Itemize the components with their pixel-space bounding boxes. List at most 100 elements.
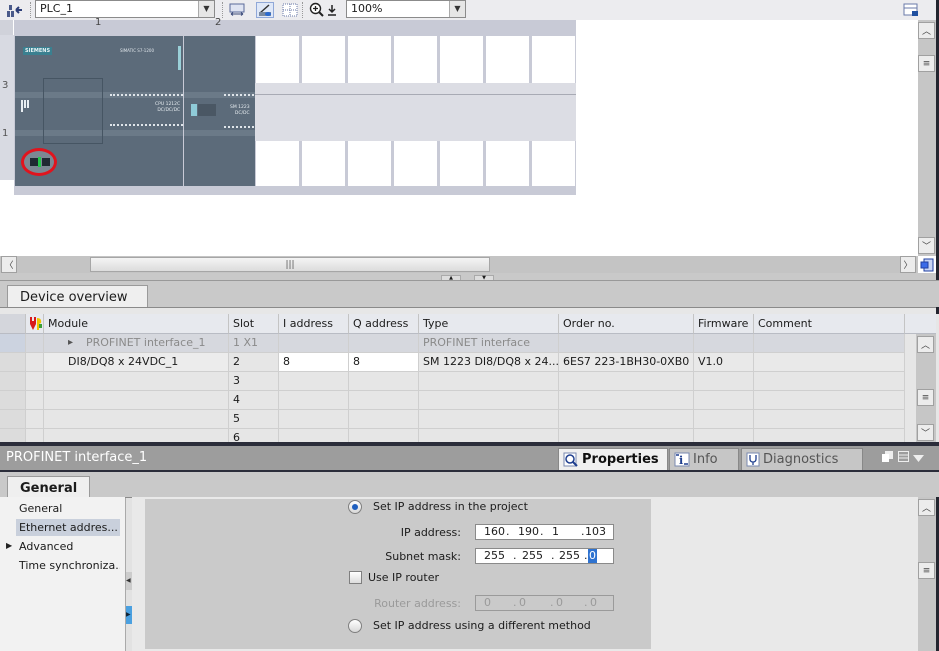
empty-slot[interactable] (302, 36, 345, 83)
empty-slot[interactable] (394, 36, 437, 83)
router-octet: 0 (590, 596, 597, 609)
scroll-up-button[interactable]: ︿ (918, 499, 935, 516)
show-hide-icon[interactable] (256, 2, 274, 18)
chevron-down-icon[interactable]: ▼ (198, 1, 214, 17)
column-header-type[interactable]: Type (419, 314, 559, 334)
cpu-module[interactable]: SIEMENS SIMATIC S7-1200 CPU 1212C DC/DC/D… (15, 36, 190, 186)
canvas-vertical-scrollbar[interactable]: ︿ ≡ ﹀ (918, 20, 936, 256)
nav-item[interactable]: General (16, 500, 120, 517)
overview-icon[interactable] (902, 2, 920, 18)
cell-i-address[interactable] (279, 334, 349, 353)
cell-comment[interactable] (754, 410, 905, 429)
nav-item[interactable]: Time synchroniza... (16, 557, 120, 574)
column-header-module[interactable]: Module (44, 314, 229, 334)
scroll-left-button[interactable]: 〈 (1, 256, 17, 273)
column-header-comment[interactable]: Comment (754, 314, 905, 334)
chevron-down-icon[interactable]: ▼ (449, 1, 465, 17)
scroll-right-button[interactable]: 〉 (900, 256, 916, 273)
empty-slot[interactable] (440, 141, 483, 186)
cell-comment[interactable] (754, 334, 905, 353)
row-header[interactable] (0, 334, 26, 353)
row-header[interactable] (0, 372, 26, 391)
signal-module[interactable]: SM 1223 DC/DC (184, 36, 255, 186)
row-header[interactable] (0, 391, 26, 410)
cell-q-address[interactable] (349, 372, 419, 391)
cell-firmware (694, 391, 754, 410)
grid-icon[interactable] (281, 2, 299, 18)
cell-comment[interactable] (754, 372, 905, 391)
column-header-i-address[interactable]: I address (279, 314, 349, 334)
network-view-icon[interactable] (5, 2, 23, 18)
cell-i-address[interactable] (279, 372, 349, 391)
cell-i-address[interactable]: 8 (279, 353, 349, 372)
empty-slot[interactable] (302, 141, 345, 186)
subnet-mask-input[interactable]: 255 . 255 . 255 . 0 (475, 548, 614, 564)
cell-i-address[interactable] (279, 391, 349, 410)
float-window-icon[interactable] (882, 451, 893, 462)
layout-icon[interactable] (898, 451, 909, 462)
empty-slot[interactable] (256, 141, 299, 186)
empty-slot[interactable] (348, 36, 391, 83)
column-header-order-no[interactable]: Order no. (559, 314, 694, 334)
radio-set-ip-in-project[interactable] (348, 500, 362, 514)
device-select[interactable]: PLC_1 ▼ (35, 0, 215, 18)
sm-model-text: SM 1223 (230, 105, 250, 110)
inspector-vertical-scrollbar[interactable]: ︿ ≡ (918, 497, 936, 651)
show-module-labels-icon[interactable] (228, 2, 246, 18)
nav-splitter[interactable]: ◀ ▶ (125, 498, 132, 651)
cell-i-address[interactable] (279, 410, 349, 429)
empty-slot[interactable] (532, 141, 575, 186)
nav-item[interactable]: Ethernet addres... (16, 519, 120, 536)
expand-arrow-icon[interactable]: ▸ (68, 334, 73, 352)
empty-slot[interactable] (486, 141, 529, 186)
scroll-down-button[interactable]: ﹀ (917, 424, 934, 441)
cell-comment[interactable] (754, 391, 905, 410)
cell-comment[interactable] (754, 353, 905, 372)
cell-q-address[interactable]: 8 (349, 353, 419, 372)
subnet-octet-selected[interactable]: 0 (588, 549, 597, 563)
tab-device-overview[interactable]: Device overview (7, 285, 148, 308)
use-ip-router-checkbox[interactable] (349, 571, 362, 584)
expand-arrow-icon[interactable]: ▶ (6, 541, 12, 550)
row-header[interactable] (0, 353, 26, 372)
canvas-horizontal-scrollbar[interactable]: 〈 ||| 〉 (0, 256, 918, 273)
column-header-slot[interactable]: Slot (229, 314, 279, 334)
scrollbar-thumb[interactable]: ≡ (918, 562, 935, 579)
empty-slot[interactable] (348, 141, 391, 186)
row-header[interactable] (0, 410, 26, 429)
cell-module (44, 410, 229, 429)
scroll-up-button[interactable]: ︿ (917, 336, 934, 353)
scroll-up-button[interactable]: ︿ (918, 22, 935, 39)
empty-slot[interactable] (394, 141, 437, 186)
cell-text: PROFINET interface_1 (86, 336, 206, 349)
table-vertical-scrollbar[interactable]: ︿ ≡ ﹀ (916, 334, 936, 442)
radio-set-ip-other-method[interactable] (348, 619, 362, 633)
column-header-firmware[interactable]: Firmware (694, 314, 754, 334)
tab-diagnostics[interactable]: Diagnostics (741, 448, 863, 470)
empty-slot[interactable] (486, 36, 529, 83)
zoom-in-icon[interactable] (308, 2, 326, 18)
column-header-q-address[interactable]: Q address (349, 314, 419, 334)
scroll-down-button[interactable]: ﹀ (918, 237, 935, 254)
empty-slot[interactable] (256, 36, 299, 83)
empty-slot[interactable] (532, 36, 575, 83)
tab-info[interactable]: i Info (669, 448, 739, 470)
device-view-canvas[interactable]: 1 2 3 1 SIEMENS SIMATIC S7-1200 CPU 1212… (0, 17, 918, 256)
ip-address-input[interactable]: 160 . 190 . 1 . 103 (475, 524, 614, 540)
profinet-port-highlight[interactable] (21, 148, 57, 176)
empty-slot[interactable] (440, 36, 483, 83)
ip-octet: 103 (585, 525, 606, 538)
cell-q-address[interactable] (349, 334, 419, 353)
cell-q-address[interactable] (349, 410, 419, 429)
panel-menu-icon[interactable] (913, 453, 924, 462)
zoom-dropdown-icon[interactable] (326, 2, 338, 18)
tab-properties[interactable]: Properties (558, 448, 668, 470)
nav-item[interactable]: Advanced (16, 538, 120, 555)
cell-q-address[interactable] (349, 391, 419, 410)
scrollbar-thumb[interactable]: ≡ (917, 389, 934, 406)
scrollbar-thumb[interactable]: ≡ (918, 55, 935, 72)
scrollbar-thumb[interactable]: ||| (90, 257, 490, 272)
tab-general[interactable]: General (7, 476, 90, 499)
zoom-select[interactable]: 100% ▼ (346, 0, 466, 18)
navigation-overview-icon[interactable] (918, 256, 936, 273)
